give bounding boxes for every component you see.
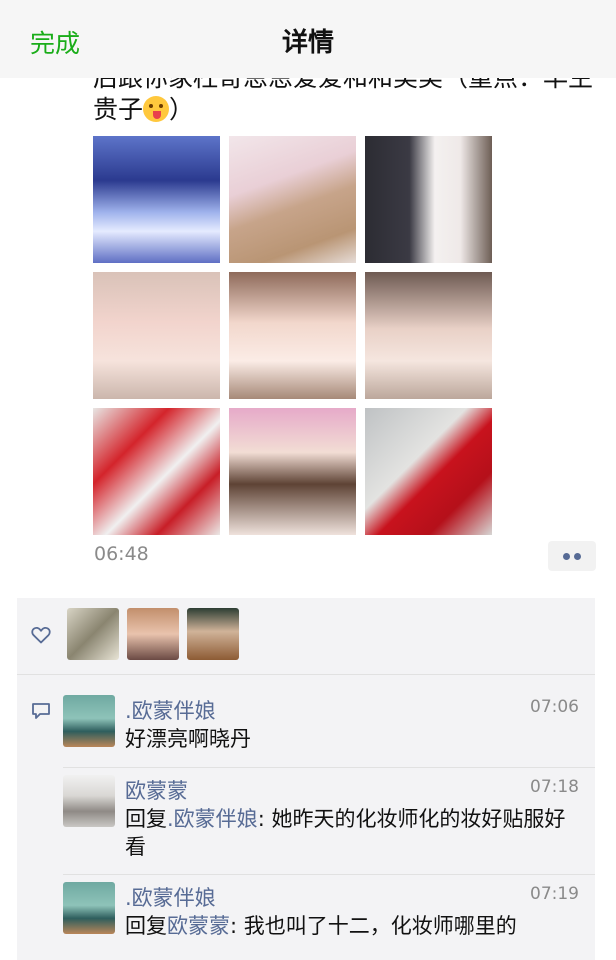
page-title: 详情 bbox=[281, 28, 334, 58]
reply-to-name[interactable]: .欧蒙伴娘 bbox=[167, 807, 258, 831]
comment-item[interactable]: .欧蒙伴娘 07:06 好漂亮啊晓丹 bbox=[63, 695, 595, 755]
comment-item[interactable]: 欧蒙蒙 07:18 回复.欧蒙伴娘: 她昨天的化妆师化的妆好贴服好看 bbox=[63, 775, 595, 865]
like-avatar[interactable] bbox=[127, 608, 179, 660]
comment-text: 好漂亮啊晓丹 bbox=[125, 725, 585, 753]
dot bbox=[563, 553, 570, 560]
comment-text: 回复欧蒙蒙: 我也叫了十二，化妆师哪里的 bbox=[125, 912, 585, 940]
interactions-panel: .欧蒙伴娘 07:06 好漂亮啊晓丹 欧蒙蒙 07:18 回复.欧蒙伴娘: 她昨… bbox=[17, 598, 595, 960]
photo-bridesmaids-selfie[interactable] bbox=[93, 272, 220, 399]
photo-bride-groom[interactable] bbox=[365, 136, 492, 263]
comment-time: 07:18 bbox=[530, 777, 579, 797]
reply-to-name[interactable]: 欧蒙蒙 bbox=[167, 914, 230, 938]
reply-prefix: 回复 bbox=[125, 807, 167, 831]
photo-bride-selfie[interactable] bbox=[229, 272, 356, 399]
comment-time: 07:06 bbox=[530, 697, 579, 717]
photo-two-girls[interactable] bbox=[229, 408, 356, 535]
more-dots-icon[interactable] bbox=[548, 541, 596, 571]
post-text-end: ） bbox=[169, 95, 195, 124]
reply-prefix: 回复 bbox=[125, 914, 167, 938]
comment-icon bbox=[32, 703, 50, 719]
divider bbox=[63, 874, 595, 875]
comment-item[interactable]: .欧蒙伴娘 07:19 回复欧蒙蒙: 我也叫了十二，化妆师哪里的 bbox=[63, 882, 595, 946]
photo-gift-basket[interactable] bbox=[229, 136, 356, 263]
comment-body: : 我也叫了十二，化妆师哪里的 bbox=[230, 914, 517, 938]
avatar[interactable] bbox=[63, 775, 115, 827]
avatar[interactable] bbox=[63, 882, 115, 934]
commenter-name[interactable]: .欧蒙伴娘 bbox=[125, 882, 216, 912]
avatar[interactable] bbox=[63, 695, 115, 747]
like-avatar[interactable] bbox=[187, 608, 239, 660]
commenter-name[interactable]: .欧蒙伴娘 bbox=[125, 695, 216, 725]
comment-time: 07:19 bbox=[530, 884, 579, 904]
winking-face-tongue-icon bbox=[143, 96, 170, 122]
comment-body: 好漂亮啊晓丹 bbox=[125, 727, 251, 751]
photo-red-envelopes[interactable] bbox=[93, 408, 220, 535]
nav-bar: 完成 详情 bbox=[0, 0, 616, 78]
photo-group-selfie[interactable] bbox=[365, 272, 492, 399]
heart-icon bbox=[31, 626, 51, 644]
photo-red-envelope-stack[interactable] bbox=[365, 408, 492, 535]
photo-grid bbox=[93, 136, 492, 535]
dot bbox=[574, 553, 581, 560]
like-avatar[interactable] bbox=[67, 608, 119, 660]
likes-row bbox=[17, 598, 595, 675]
comment-text: 回复.欧蒙伴娘: 她昨天的化妆师化的妆好贴服好看 bbox=[125, 805, 585, 861]
divider bbox=[63, 767, 595, 768]
post-time: 06:48 bbox=[94, 543, 149, 565]
photo-wedding-stage[interactable] bbox=[93, 136, 220, 263]
commenter-name[interactable]: 欧蒙蒙 bbox=[125, 775, 188, 805]
